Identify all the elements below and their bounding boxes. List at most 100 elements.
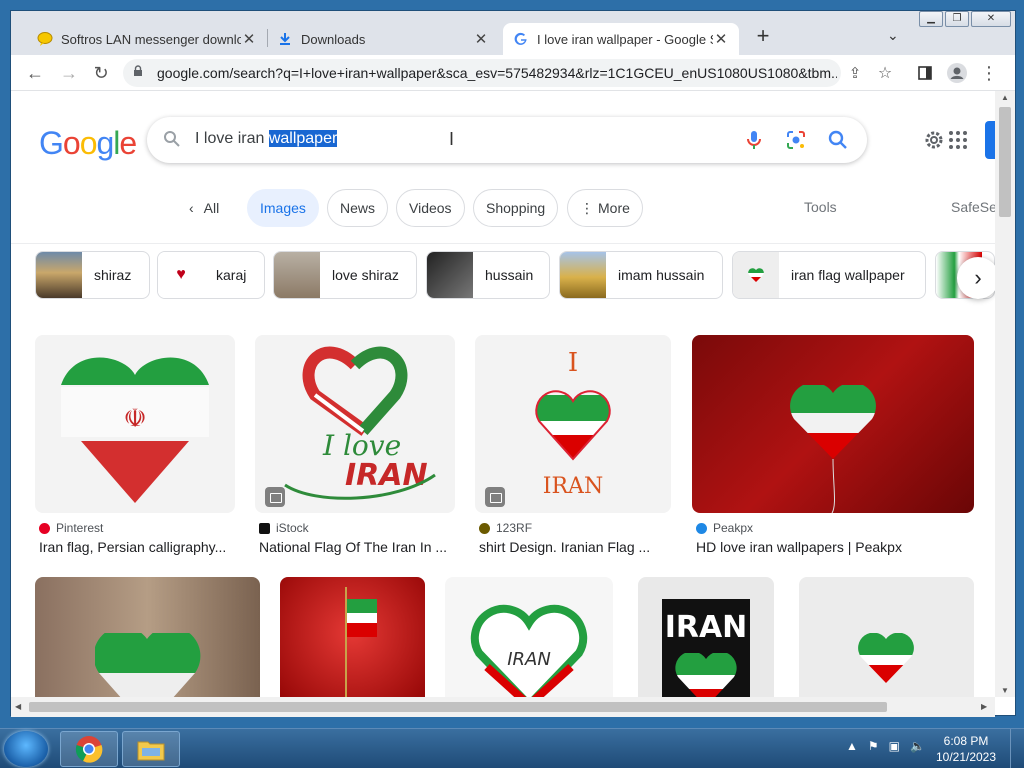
filter-label: Images [260, 200, 306, 216]
filter-label: Shopping [486, 200, 546, 216]
lens-search-icon[interactable] [785, 129, 807, 151]
result-image: IRAN [638, 577, 774, 697]
close-tab-icon[interactable]: ✕ [713, 30, 729, 48]
filter-label: News [340, 200, 376, 216]
restore-button[interactable]: ❐ [945, 11, 969, 27]
result-caption[interactable]: HD love iran wallpapers | Peakpx [696, 539, 974, 555]
google-apps-icon[interactable] [949, 131, 967, 149]
reload-icon[interactable]: ↻ [89, 61, 113, 85]
minimize-button[interactable]: ▁ [919, 11, 943, 27]
vertical-scrollbar[interactable]: ▲ ▼ [995, 91, 1015, 697]
action-center-flag-icon[interactable]: ⚑ [868, 739, 879, 753]
tab-downloads[interactable]: Downloads ✕ [267, 23, 499, 55]
image-text: IRAN [665, 610, 748, 645]
image-result[interactable]: I IRAN 123RF shirt Design. Iranian Flag … [475, 335, 671, 565]
share-icon[interactable]: ⇪ [843, 61, 867, 85]
result-caption[interactable]: shirt Design. Iranian Flag ... [479, 539, 669, 555]
settings-gear-icon[interactable] [923, 129, 945, 151]
scroll-down-icon[interactable]: ▼ [1001, 686, 1009, 695]
filter-shopping[interactable]: Shopping [473, 189, 559, 227]
filter-all[interactable]: ‹ All [177, 189, 232, 227]
close-tab-icon[interactable]: ✕ [241, 30, 257, 48]
page-viewport: Google I love iran wallpaper I ‹ All Imag… [11, 91, 995, 697]
pinterest-icon [39, 522, 50, 534]
related-chip-love-shiraz[interactable]: love shiraz [273, 251, 417, 299]
image-result[interactable] [280, 577, 425, 697]
side-panel-icon[interactable] [913, 61, 937, 85]
google-logo[interactable]: Google [39, 125, 137, 162]
source-name: 123RF [496, 521, 533, 535]
image-result[interactable]: IRAN [638, 577, 774, 697]
search-icon [164, 131, 180, 147]
vertical-scroll-thumb[interactable] [999, 107, 1011, 217]
related-chip-iran-flag-wallpaper[interactable]: iran flag wallpaper [732, 251, 926, 299]
search-filters: ‹ All Images News Videos Shopping ⋮ More T… [11, 181, 995, 229]
filter-news[interactable]: News [327, 189, 389, 227]
close-window-button[interactable]: ✕ [971, 11, 1011, 27]
result-image: I love IRAN [255, 335, 455, 513]
query-selected-text: wallpaper [268, 130, 338, 147]
result-source[interactable]: Pinterest [39, 521, 103, 535]
safesearch-link[interactable]: SafeSe [951, 199, 995, 215]
search-input[interactable]: I love iran wallpaper [195, 130, 338, 148]
result-image [799, 577, 974, 697]
chrome-icon [75, 736, 103, 763]
related-thumbnail [427, 252, 473, 298]
result-image: IRAN [445, 577, 613, 697]
result-image [280, 577, 425, 697]
clock-time: 6:08 PM [943, 734, 989, 748]
result-source[interactable]: Peakpx [696, 521, 753, 535]
image-text: IRAN [507, 649, 551, 670]
result-source[interactable]: iStock [259, 521, 309, 535]
image-result[interactable] [35, 577, 260, 697]
search-box[interactable]: I love iran wallpaper I [147, 117, 867, 163]
result-caption[interactable]: National Flag Of The Iran In ... [259, 539, 455, 555]
new-tab-button[interactable]: + [751, 25, 775, 49]
url-text: google.com/search?q=I+love+iran+wallpape… [157, 65, 837, 81]
filter-videos[interactable]: Videos [396, 189, 465, 227]
taskbar-explorer[interactable] [122, 731, 180, 767]
tab-search-chevron-icon[interactable]: ⌄ [887, 27, 899, 44]
taskbar-chrome[interactable] [60, 731, 118, 767]
voice-search-icon[interactable] [743, 129, 765, 151]
bookmark-star-icon[interactable]: ☆ [873, 61, 897, 85]
scroll-up-icon[interactable]: ▲ [1001, 93, 1009, 102]
volume-muted-icon[interactable]: 🔈 [910, 739, 925, 753]
horizontal-scroll-thumb[interactable] [29, 702, 887, 712]
tab-google-search[interactable]: I love iran wallpaper - Google Se ✕ [503, 23, 739, 55]
filter-more[interactable]: ⋮ More [567, 189, 643, 227]
related-chip-shiraz[interactable]: shiraz [35, 251, 150, 299]
scroll-right-icon[interactable]: ▶ [981, 702, 987, 711]
back-icon[interactable]: ← [23, 61, 47, 85]
image-result[interactable]: Peakpx HD love iran wallpapers | Peakpx [692, 335, 974, 565]
related-chip-karaj[interactable]: ♥ karaj [157, 251, 265, 299]
tools-link[interactable]: Tools [804, 199, 837, 215]
tab-softros[interactable]: Softros LAN messenger downloa ✕ [27, 23, 267, 55]
profile-avatar-icon[interactable] [945, 61, 969, 85]
horizontal-scrollbar[interactable]: ◀ ▶ [11, 697, 995, 717]
network-icon[interactable]: ▣ [889, 739, 900, 753]
forward-icon[interactable]: → [57, 61, 81, 85]
address-bar[interactable]: google.com/search?q=I+love+iran+wallpape… [123, 59, 841, 87]
image-result[interactable]: I love IRAN iStock National Flag Of The … [255, 335, 455, 565]
related-chip-hussain[interactable]: hussain [426, 251, 550, 299]
chevron-right-icon[interactable]: › [957, 257, 995, 299]
show-hidden-icons-icon[interactable]: ▲ [846, 739, 858, 753]
close-tab-icon[interactable]: ✕ [473, 30, 489, 48]
scroll-left-icon[interactable]: ◀ [15, 702, 21, 711]
result-source[interactable]: 123RF [479, 521, 532, 535]
sign-in-button[interactable] [985, 121, 995, 159]
start-button[interactable] [4, 731, 48, 767]
menu-kebab-icon[interactable]: ⋮ [977, 61, 1001, 85]
system-clock[interactable]: 6:08 PM 10/21/2023 [930, 733, 1002, 765]
related-label: hussain [485, 267, 534, 283]
search-submit-icon[interactable] [827, 129, 849, 151]
result-caption[interactable]: Iran flag, Persian calligraphy... [39, 539, 235, 555]
filter-images[interactable]: Images [247, 189, 319, 227]
image-result[interactable]: IRAN [445, 577, 613, 697]
related-chip-imam-hussain[interactable]: imam hussain [559, 251, 723, 299]
related-label: love shiraz [332, 267, 399, 283]
image-result[interactable]: ☫ Pinterest Iran flag, Persian calligrap… [35, 335, 235, 565]
show-desktop-button[interactable] [1010, 729, 1024, 768]
image-result[interactable] [799, 577, 974, 697]
